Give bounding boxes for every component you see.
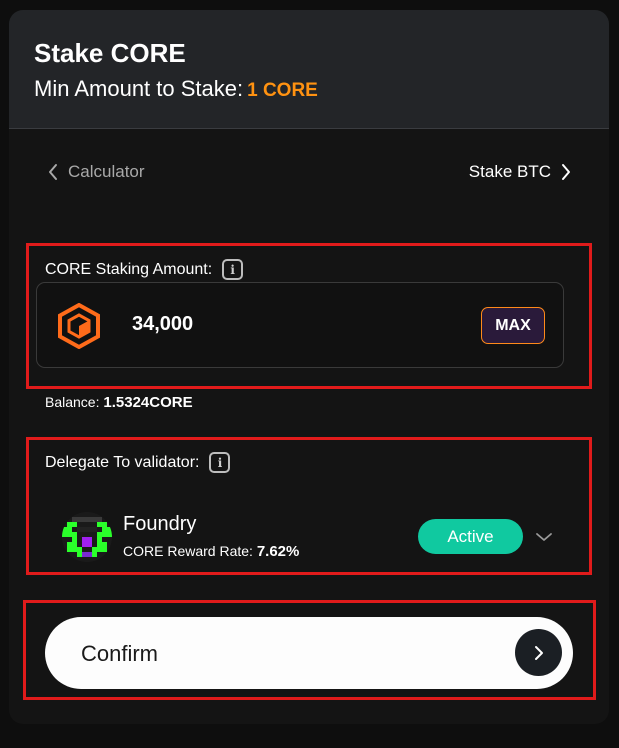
calculator-link[interactable]: Calculator	[48, 162, 145, 182]
reward-rate-label: CORE Reward Rate:	[123, 543, 253, 559]
min-amount-label: Min Amount to Stake:	[34, 76, 244, 101]
validator-label-row: Delegate To validator: i	[45, 452, 231, 473]
min-amount-value: 1 CORE	[247, 80, 318, 101]
balance-line: Balance: 1.5324CORE	[45, 394, 193, 411]
max-button[interactable]: MAX	[481, 307, 545, 344]
arrow-right-icon	[515, 629, 562, 676]
balance-value: 1.5324CORE	[103, 394, 193, 411]
chevron-down-icon[interactable]	[535, 530, 553, 548]
calculator-label: Calculator	[68, 162, 145, 181]
info-icon[interactable]: i	[209, 452, 231, 473]
validator-label: Delegate To validator:	[45, 453, 200, 471]
staking-amount-label-row: CORE Staking Amount: i	[45, 259, 244, 280]
balance-label: Balance:	[45, 394, 100, 410]
amount-value: 34,000	[132, 313, 194, 335]
validator-avatar-icon	[62, 512, 112, 562]
chevron-left-icon	[48, 163, 58, 181]
validator-name: Foundry	[123, 513, 197, 535]
staking-amount-label: CORE Staking Amount:	[45, 260, 213, 278]
amount-input[interactable]: 34,000 MAX	[36, 282, 564, 368]
min-amount-line: Min Amount to Stake: 1 CORE	[34, 76, 318, 102]
card-header: Stake CORE Min Amount to Stake: 1 CORE	[9, 10, 609, 129]
confirm-button[interactable]: Confirm	[45, 617, 573, 689]
status-badge: Active	[418, 519, 523, 554]
stake-btc-link[interactable]: Stake BTC	[469, 162, 571, 182]
reward-rate-line: CORE Reward Rate: 7.62%	[123, 543, 299, 560]
core-logo-icon	[57, 302, 101, 354]
confirm-label: Confirm	[81, 641, 159, 666]
page-title: Stake CORE	[34, 38, 186, 68]
chevron-right-icon	[561, 163, 571, 181]
info-icon[interactable]: i	[222, 259, 244, 280]
reward-rate-value: 7.62%	[256, 543, 300, 560]
stake-btc-label: Stake BTC	[468, 162, 551, 181]
